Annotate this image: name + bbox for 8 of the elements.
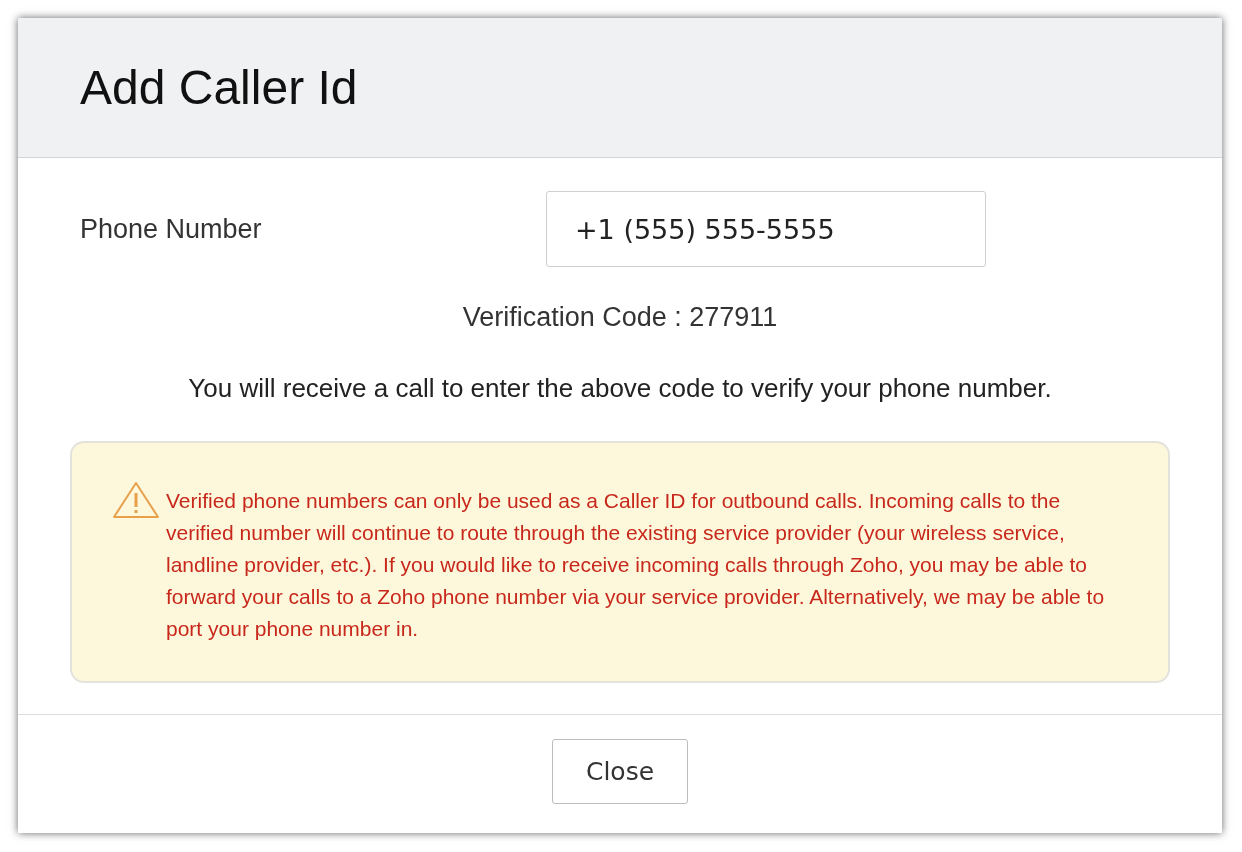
verification-code: Verification Code : 277911: [461, 301, 779, 334]
phone-number-field[interactable]: +1 (555) 555-5555: [546, 191, 986, 267]
instruction-text: You will receive a call to enter the above code to verify your phone number.: [187, 372, 1053, 405]
dialog-title: Add Caller Id: [80, 63, 358, 112]
warning-message: Verified phone numbers can only be used as a Caller ID for outbound calls. Incoming calls to the verified number will continue to route through the existing service provider (your wireless service, landline provider, etc.). If you would like to receive incoming calls through Zoho, you may be able to forward your calls to a Zoho phone number via your service provider. Alternatively, we may be able to port your phone number in.: [166, 488, 1106, 642]
warning-icon: [112, 481, 160, 519]
close-button[interactable]: Close: [552, 739, 688, 804]
phone-number-label: Phone Number: [80, 212, 263, 246]
